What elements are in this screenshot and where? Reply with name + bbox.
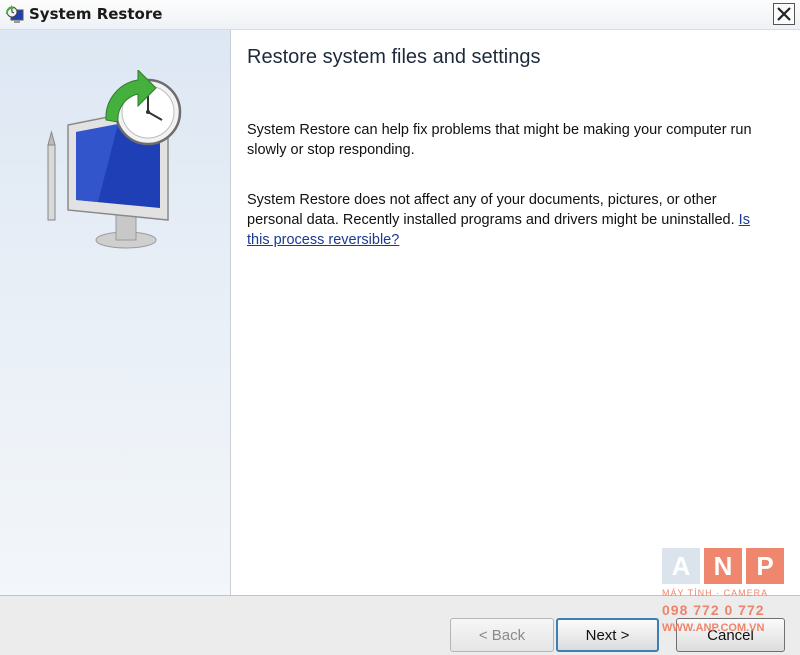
title-bar: System Restore (0, 0, 800, 30)
back-button[interactable]: < Back (450, 618, 554, 652)
window-title: System Restore (29, 5, 163, 23)
info-paragraph: System Restore does not affect any of yo… (247, 190, 767, 250)
page-title: Restore system files and settings (247, 46, 541, 68)
wizard-sidebar (0, 30, 231, 595)
close-icon (777, 7, 791, 21)
watermark-tagline: MÁY TÍNH · CAMERA (662, 588, 769, 598)
info-text: System Restore does not affect any of yo… (247, 192, 735, 228)
watermark-phone: 098 772 0 772 (662, 602, 765, 618)
wizard-content: Restore system files and settings System… (232, 30, 800, 595)
watermark-letter-p: P (746, 548, 784, 584)
system-restore-icon (5, 5, 24, 23)
watermark-site: WWW.ANP.COM.VN (662, 622, 765, 634)
next-button[interactable]: Next > (556, 618, 659, 652)
watermark-letter-a: A (662, 548, 700, 584)
monitor-clock-restore-icon (47, 70, 182, 249)
system-restore-window: System Restore Restore system files and … (0, 0, 800, 655)
description-paragraph: System Restore can help fix problems tha… (247, 122, 752, 158)
close-button[interactable] (773, 3, 795, 25)
watermark-letter-n: N (704, 548, 742, 584)
anp-watermark: A N P MÁY TÍNH · CAMERA 098 772 0 772 WW… (662, 548, 784, 640)
